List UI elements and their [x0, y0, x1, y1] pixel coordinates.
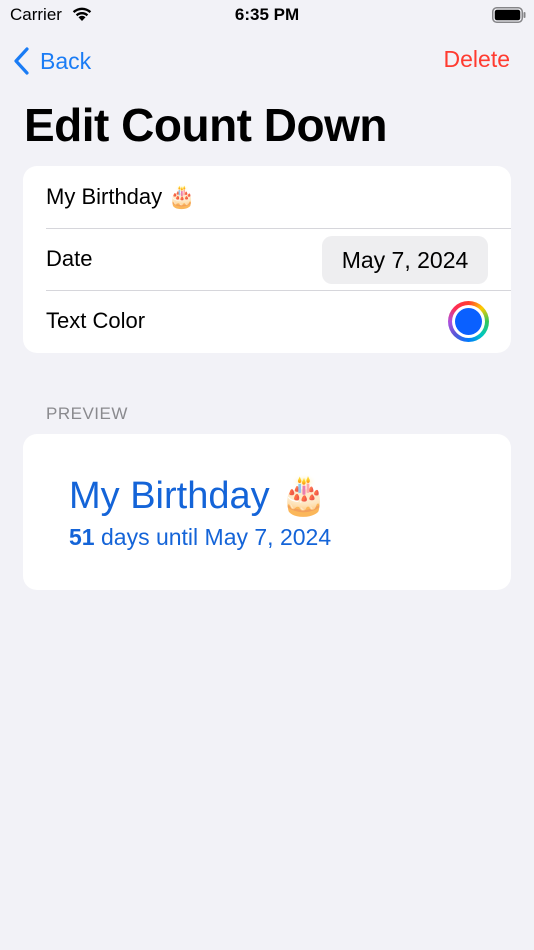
preview-days-text: days until May 7, 2024	[94, 524, 332, 550]
preview-card: My Birthday 🎂 51 days until May 7, 2024	[23, 434, 511, 590]
preview-section-header: PREVIEW	[46, 404, 128, 423]
status-bar: Carrier 6:35 PM	[0, 0, 534, 30]
name-field-value: My Birthday 🎂	[46, 184, 196, 209]
page-title: Edit Count Down	[24, 99, 387, 151]
back-button[interactable]: Back	[12, 44, 91, 78]
preview-title: My Birthday 🎂	[69, 475, 328, 517]
chevron-left-icon	[14, 47, 29, 75]
name-field[interactable]: My Birthday 🎂	[23, 166, 511, 228]
color-picker-button[interactable]	[448, 301, 489, 342]
date-row: Date May 7, 2024	[23, 228, 511, 290]
back-label: Back	[40, 47, 92, 74]
delete-button[interactable]: Delete	[444, 46, 510, 73]
selected-color-swatch	[455, 308, 482, 335]
text-color-row: Text Color	[23, 290, 511, 352]
preview-days-count: 51	[69, 524, 95, 550]
status-time: 6:35 PM	[234, 5, 300, 24]
edit-form-card: My Birthday 🎂 Date May 7, 2024 Text Colo…	[23, 166, 511, 353]
text-color-label: Text Color	[46, 308, 146, 333]
date-label: Date	[46, 246, 93, 271]
date-picker-button[interactable]: May 7, 2024	[322, 236, 488, 284]
preview-subtitle: 51 days until May 7, 2024	[69, 524, 331, 551]
battery-icon	[492, 7, 526, 23]
